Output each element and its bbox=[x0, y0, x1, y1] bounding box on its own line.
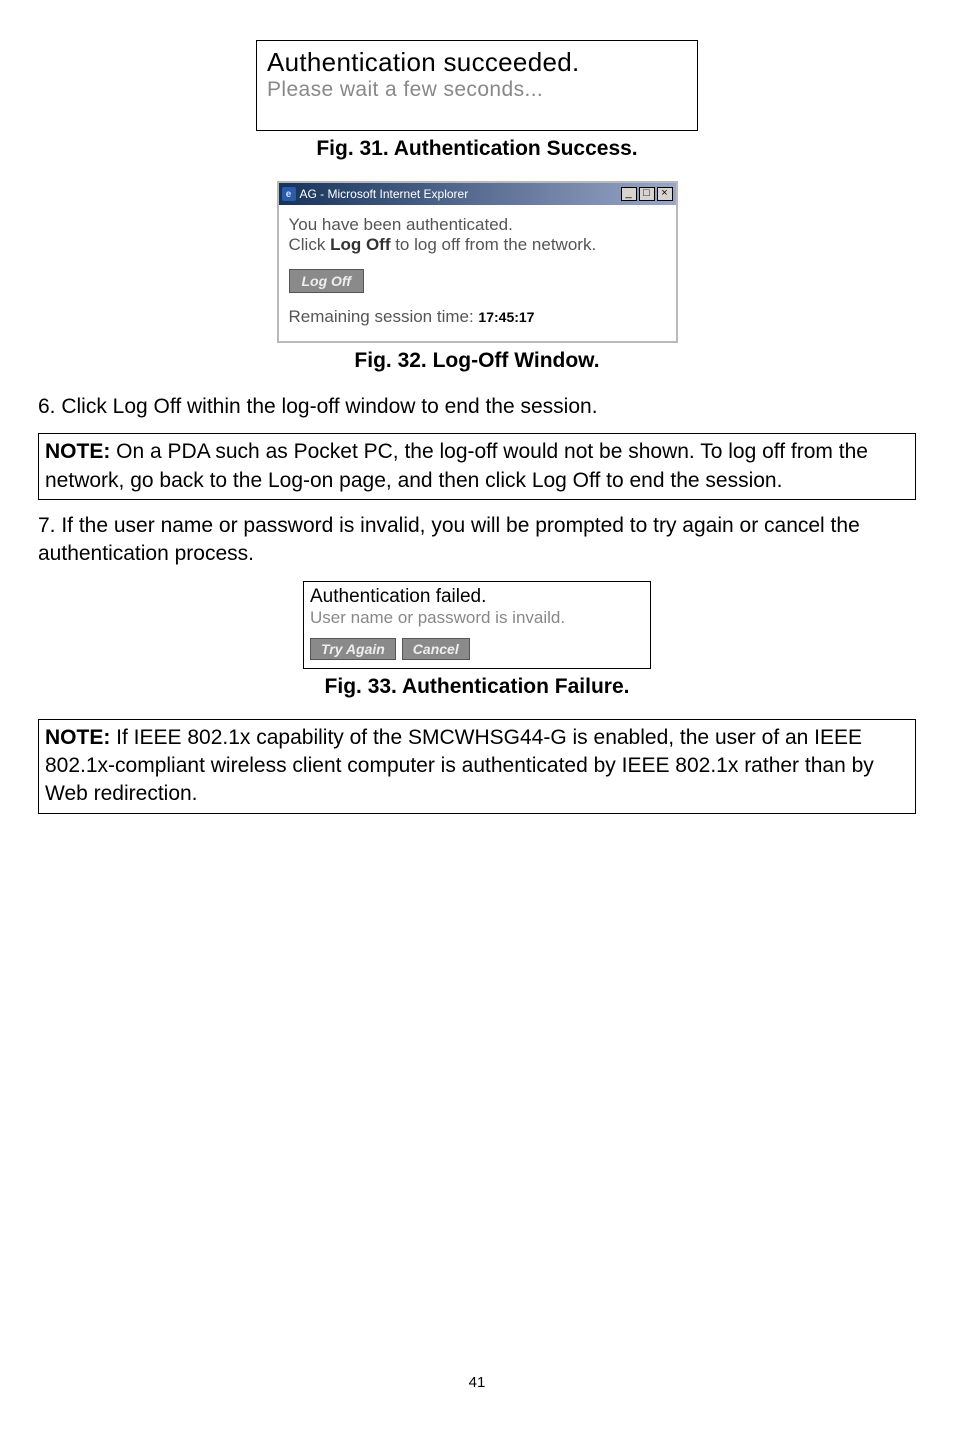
window-titlebar: e AG - Microsoft Internet Explorer _ □ × bbox=[279, 183, 676, 205]
fig32-caption: Fig. 32. Log-Off Window. bbox=[38, 349, 916, 373]
logoff-window-body: You have been authenticated. Click Log O… bbox=[279, 205, 676, 341]
auth-failed-subtitle: User name or password is invaild. bbox=[310, 608, 644, 628]
auth-success-subtitle: Please wait a few seconds... bbox=[267, 78, 687, 102]
logoff-instruction-post: to log off from the network. bbox=[390, 235, 596, 254]
auth-failed-title: Authentication failed. bbox=[310, 586, 644, 608]
ie-icon: e bbox=[282, 187, 296, 201]
note1-text: On a PDA such as Pocket PC, the log-off … bbox=[45, 440, 868, 491]
auth-failed-box: Authentication failed. User name or pass… bbox=[303, 581, 651, 669]
logoff-button[interactable]: Log Off bbox=[289, 269, 365, 293]
minimize-button[interactable]: _ bbox=[621, 187, 637, 201]
logoff-instruction-pre: Click bbox=[289, 235, 331, 254]
step-6-text: 6. Click Log Off within the log-off wind… bbox=[38, 393, 916, 421]
window-title: AG - Microsoft Internet Explorer bbox=[300, 187, 621, 201]
fig31-caption: Fig. 31. Authentication Success. bbox=[38, 137, 916, 161]
fig33-caption: Fig. 33. Authentication Failure. bbox=[38, 675, 916, 699]
note2-text: If IEEE 802.1x capability of the SMCWHSG… bbox=[45, 726, 874, 806]
note-box-1: NOTE: On a PDA such as Pocket PC, the lo… bbox=[38, 433, 916, 500]
session-time-line: Remaining session time: 17:45:17 bbox=[289, 307, 666, 327]
cancel-button[interactable]: Cancel bbox=[402, 638, 470, 660]
session-label: Remaining session time: bbox=[289, 307, 479, 326]
note-box-2: NOTE: If IEEE 802.1x capability of the S… bbox=[38, 719, 916, 814]
maximize-button[interactable]: □ bbox=[639, 187, 655, 201]
page-number: 41 bbox=[38, 1374, 916, 1391]
logoff-bold: Log Off bbox=[330, 235, 390, 254]
auth-success-box: Authentication succeeded. Please wait a … bbox=[256, 40, 698, 131]
session-time-value: 17:45:17 bbox=[478, 309, 534, 325]
authenticated-text: You have been authenticated. bbox=[289, 215, 666, 235]
note2-label: NOTE: bbox=[45, 726, 110, 749]
auth-success-title: Authentication succeeded. bbox=[267, 47, 687, 78]
note1-label: NOTE: bbox=[45, 440, 110, 463]
close-button[interactable]: × bbox=[657, 187, 673, 201]
logoff-instruction: Click Log Off to log off from the networ… bbox=[289, 235, 666, 255]
logoff-window: e AG - Microsoft Internet Explorer _ □ ×… bbox=[277, 181, 678, 343]
step-7-text: 7. If the user name or password is inval… bbox=[38, 512, 916, 569]
try-again-button[interactable]: Try Again bbox=[310, 638, 396, 660]
